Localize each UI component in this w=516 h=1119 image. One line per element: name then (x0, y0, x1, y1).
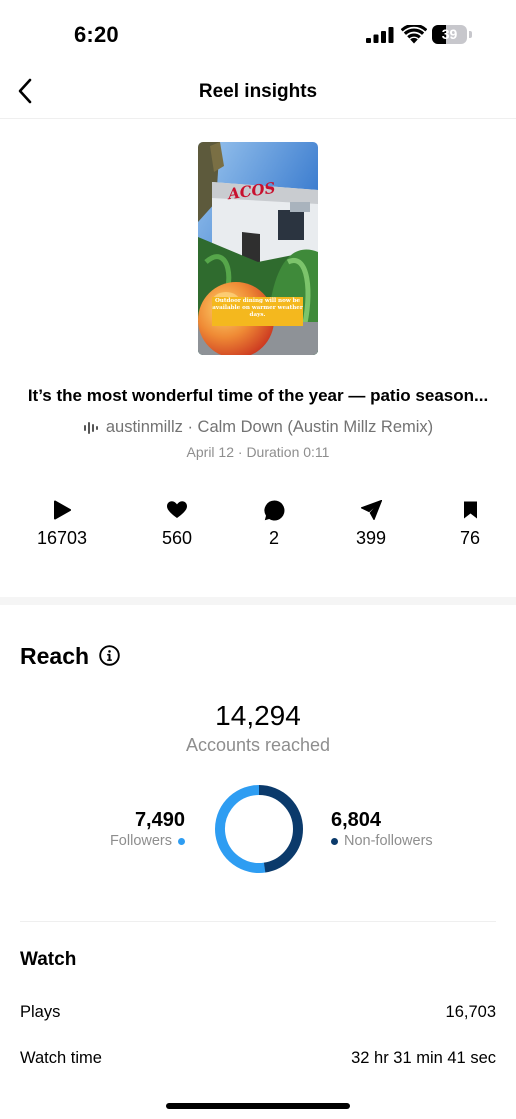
stat-shares: 399 (321, 498, 421, 549)
accounts-reached-label: Accounts reached (185, 735, 331, 755)
followers-value: 7,490 (134, 809, 185, 831)
comment-icon (263, 499, 284, 520)
reach-title: Reach (20, 643, 90, 669)
stat-likes-value: 560 (161, 528, 193, 548)
battery-level: 39 (441, 26, 458, 42)
wifi-icon (401, 25, 427, 44)
stat-saves-value: 76 (459, 528, 481, 548)
watch-title: Watch (20, 949, 77, 970)
play-icon (54, 500, 71, 520)
info-icon[interactable] (99, 645, 120, 666)
battery-icon: 39 (432, 25, 472, 44)
share-icon (360, 500, 382, 520)
home-indicator[interactable] (166, 1103, 350, 1109)
thumbnail-caption: Outdoor dining will now be available on … (212, 297, 303, 326)
followers-label: Followers (109, 833, 172, 849)
page-title: Reel insights (198, 81, 318, 102)
stat-comments: 2 (224, 498, 324, 549)
non-followers-value: 6,804 (331, 809, 382, 831)
followers-legend: Followers (110, 833, 185, 849)
heart-icon (167, 501, 187, 518)
stat-likes: 560 (127, 498, 227, 549)
cellular-signal-icon (366, 27, 394, 43)
stat-plays-value: 16703 (36, 528, 88, 548)
plays-value: 16,703 (445, 1003, 496, 1021)
audio-waveform-icon (83, 421, 98, 434)
bookmark-icon (463, 501, 477, 519)
watch-time-label: Watch time (20, 1049, 102, 1067)
non-followers-label: Non-followers (344, 833, 433, 849)
reel-audio[interactable]: austinmillz · Calm Down (Austin Millz Re… (0, 418, 516, 437)
stat-saves: 76 (420, 498, 516, 549)
reel-audio-text: austinmillz · Calm Down (Austin Millz Re… (105, 418, 434, 436)
section-divider (0, 597, 516, 605)
nav-bar: Reel insights (0, 64, 516, 119)
accounts-reached-value: 14,294 (215, 700, 301, 731)
reach-donut-chart (215, 785, 303, 873)
reel-title: It’s the most wonderful time of the year… (27, 386, 489, 405)
plays-label: Plays (20, 1003, 61, 1021)
status-bar: 6:20 39 (0, 0, 516, 64)
non-followers-legend: Non-followers (331, 833, 433, 849)
reel-thumbnail[interactable]: ACOS Outdoor dining will now be availabl… (198, 142, 318, 355)
non-followers-dot (331, 837, 338, 845)
watch-time-value: 32 hr 31 min 41 sec (351, 1049, 496, 1067)
status-time: 6:20 (74, 22, 119, 47)
divider (20, 921, 496, 922)
reel-meta: April 12 · Duration 0:11 (186, 444, 330, 460)
followers-dot (178, 837, 185, 845)
stat-comments-value: 2 (268, 528, 279, 548)
stat-shares-value: 399 (355, 528, 387, 548)
stat-plays: 16703 (12, 498, 112, 549)
